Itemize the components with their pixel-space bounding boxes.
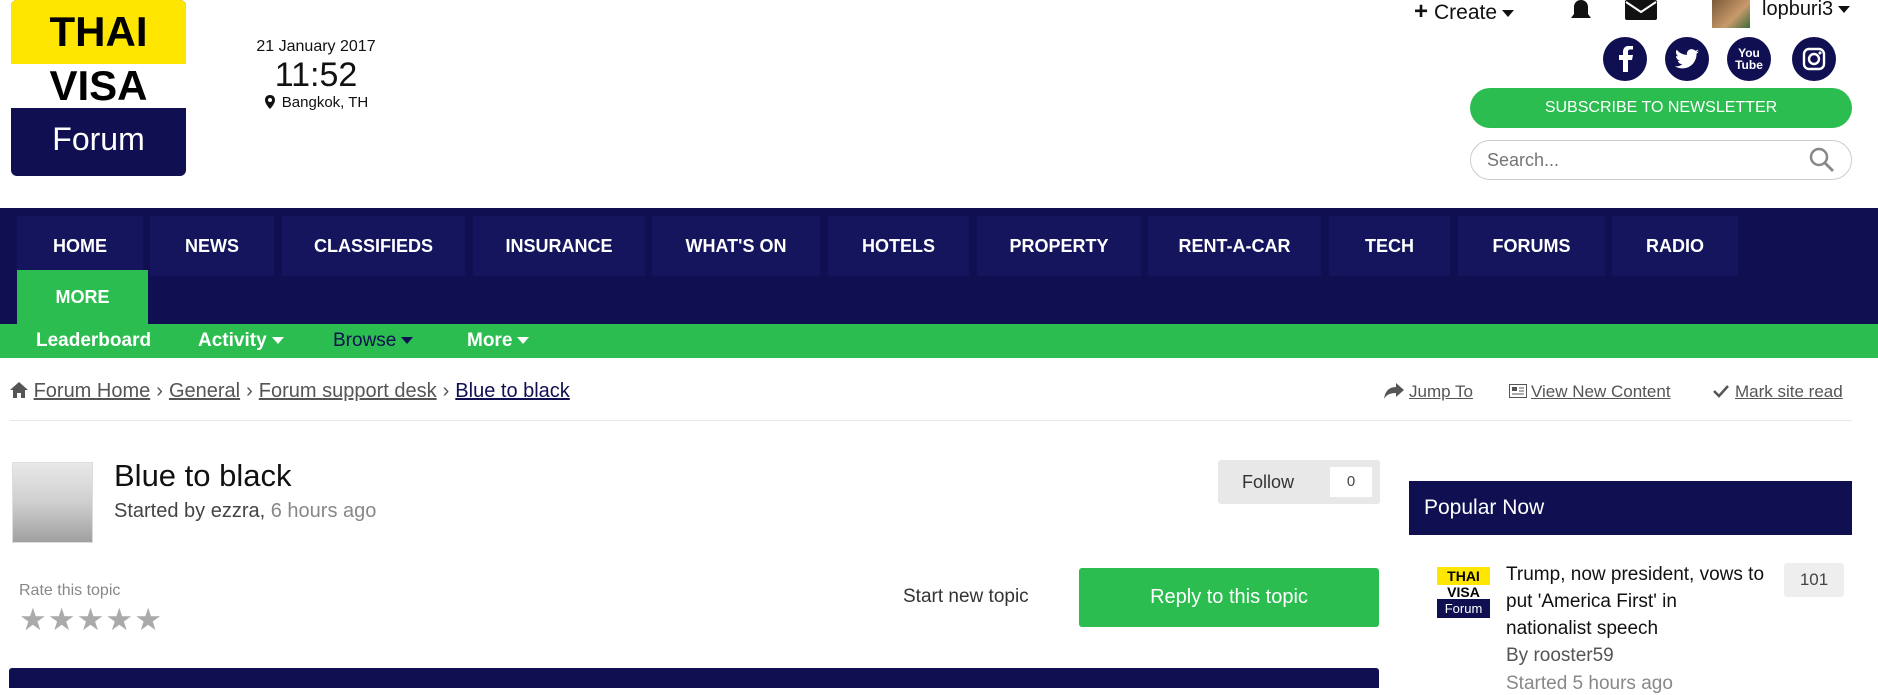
- create-menu[interactable]: + Create: [1414, 0, 1515, 26]
- star-icon[interactable]: ★: [134, 602, 163, 637]
- map-pin-icon: [264, 95, 275, 109]
- site-logo[interactable]: THAI VISA Forum: [11, 0, 186, 176]
- breadcrumb-support-desk[interactable]: Forum support desk: [259, 380, 437, 402]
- subscribe-newsletter-button[interactable]: SUBSCRIBE TO NEWSLETTER: [1470, 88, 1852, 128]
- chevron-right-icon: ›: [246, 380, 253, 402]
- popular-item-logo[interactable]: THAI VISA Forum: [1437, 567, 1490, 618]
- divider: [10, 420, 1852, 421]
- subnav-browse-label: Browse: [333, 330, 397, 351]
- logo-text-visa: VISA: [11, 64, 186, 108]
- clock-widget: 21 January 2017 11:52 Bangkok, TH: [246, 38, 386, 111]
- youtube-icon-text: You Tube: [1735, 46, 1763, 72]
- chevron-down-icon: [401, 337, 414, 345]
- reply-to-topic-button[interactable]: Reply to this topic: [1079, 568, 1379, 627]
- home-icon: [10, 382, 28, 398]
- breadcrumb-current[interactable]: Blue to black: [455, 380, 570, 402]
- nav-home[interactable]: HOME: [17, 216, 143, 276]
- popular-logo-thai: THAI: [1437, 567, 1490, 585]
- share-arrow-icon: [1384, 383, 1404, 399]
- chevron-down-icon: [1838, 6, 1851, 14]
- popular-item-started: Started 5 hours ago: [1506, 673, 1673, 694]
- secondary-navigation: Leaderboard Activity Browse More: [0, 324, 1878, 358]
- checkmark-icon: [1713, 385, 1729, 398]
- instagram-icon[interactable]: [1792, 37, 1836, 81]
- topic-started-ago: 6 hours ago: [270, 500, 377, 522]
- nav-property[interactable]: PROPERTY: [977, 216, 1141, 276]
- username-label: lopburi3: [1762, 0, 1834, 20]
- breadcrumb: Forum Home › General › Forum support desk › Bl…: [10, 380, 570, 403]
- user-avatar[interactable]: [1712, 0, 1750, 28]
- chevron-down-icon: [1502, 9, 1515, 17]
- rating-stars[interactable]: ★★★★★: [19, 602, 163, 638]
- popular-logo-forum: Forum: [1444, 601, 1483, 616]
- star-icon[interactable]: ★: [48, 602, 77, 637]
- subnav-more-label: More: [467, 330, 513, 351]
- chevron-down-icon: [517, 337, 530, 345]
- jump-to-label: Jump To: [1409, 382, 1473, 401]
- star-icon[interactable]: ★: [105, 602, 134, 637]
- view-new-content-link[interactable]: View New Content: [1509, 382, 1671, 402]
- twitter-icon[interactable]: [1665, 37, 1709, 81]
- nav-hotels[interactable]: HOTELS: [828, 216, 969, 276]
- main-navigation: HOME NEWS CLASSIFIEDS INSURANCE WHAT'S O…: [0, 208, 1878, 324]
- popular-logo-visa: VISA: [1437, 585, 1490, 599]
- envelope-icon[interactable]: [1624, 0, 1658, 22]
- logo-text-thai: THAI: [11, 0, 186, 64]
- clock-date: 21 January 2017: [256, 38, 376, 55]
- jump-to-link[interactable]: Jump To: [1384, 382, 1473, 402]
- create-label: Create: [1434, 1, 1498, 24]
- nav-radio[interactable]: RADIO: [1612, 216, 1738, 276]
- topic-meta: Started by ezzra, 6 hours ago: [114, 500, 376, 523]
- popular-item-title[interactable]: Trump, now president, vows to put 'Ameri…: [1506, 561, 1766, 642]
- breadcrumb-general[interactable]: General: [169, 380, 240, 402]
- topic-started-by[interactable]: Started by ezzra,: [114, 500, 265, 522]
- clock-location-text: Bangkok, TH: [281, 94, 369, 111]
- facebook-icon[interactable]: [1603, 37, 1647, 81]
- rate-topic-label: Rate this topic: [19, 582, 121, 599]
- nav-classifieds[interactable]: CLASSIFIEDS: [282, 216, 465, 276]
- topic-author-avatar[interactable]: [12, 462, 93, 543]
- nav-tech[interactable]: TECH: [1329, 216, 1450, 276]
- popular-item-author[interactable]: By rooster59: [1506, 645, 1614, 667]
- nav-rent-a-car[interactable]: RENT-A-CAR: [1148, 216, 1321, 276]
- start-new-topic-link[interactable]: Start new topic: [903, 586, 1029, 608]
- search-input[interactable]: [1470, 140, 1852, 180]
- subnav-more[interactable]: More: [467, 324, 530, 358]
- user-menu[interactable]: lopburi3: [1762, 0, 1851, 21]
- popular-now-heading: Popular Now: [1409, 481, 1852, 535]
- nav-forums[interactable]: FORUMS: [1458, 216, 1605, 276]
- newspaper-icon: [1509, 384, 1527, 398]
- chevron-down-icon: [271, 337, 284, 345]
- star-icon[interactable]: ★: [19, 602, 48, 637]
- chevron-right-icon: ›: [156, 380, 163, 402]
- chevron-right-icon: ›: [442, 380, 450, 402]
- follow-count: 0: [1330, 467, 1372, 497]
- youtube-icon[interactable]: You Tube: [1727, 37, 1771, 81]
- subnav-browse[interactable]: Browse: [333, 324, 414, 358]
- bell-icon[interactable]: [1568, 0, 1594, 22]
- mark-site-read-label: Mark site read: [1735, 382, 1843, 401]
- plus-icon: +: [1414, 0, 1429, 25]
- star-icon[interactable]: ★: [77, 602, 106, 637]
- nav-more[interactable]: MORE: [17, 270, 148, 324]
- subnav-leaderboard[interactable]: Leaderboard: [36, 324, 151, 358]
- logo-text-forum: Forum: [52, 121, 145, 157]
- nav-whats-on[interactable]: WHAT'S ON: [652, 216, 820, 276]
- clock-location: Bangkok, TH: [246, 94, 386, 111]
- popular-item-reply-count: 101: [1784, 563, 1844, 597]
- subnav-activity-label: Activity: [198, 330, 267, 351]
- breadcrumb-forum-home[interactable]: Forum Home: [34, 380, 151, 402]
- mark-site-read-link[interactable]: Mark site read: [1713, 382, 1843, 402]
- subnav-activity[interactable]: Activity: [198, 324, 284, 358]
- view-new-content-label: View New Content: [1531, 382, 1671, 401]
- search-icon[interactable]: [1808, 146, 1836, 174]
- follow-button[interactable]: Follow 0: [1218, 460, 1380, 504]
- topic-title: Blue to black: [114, 458, 292, 493]
- clock-time: 11:52: [274, 56, 358, 94]
- nav-news[interactable]: NEWS: [150, 216, 274, 276]
- nav-insurance[interactable]: INSURANCE: [473, 216, 645, 276]
- posts-header-bar: [9, 668, 1379, 688]
- follow-label: Follow: [1242, 472, 1295, 492]
